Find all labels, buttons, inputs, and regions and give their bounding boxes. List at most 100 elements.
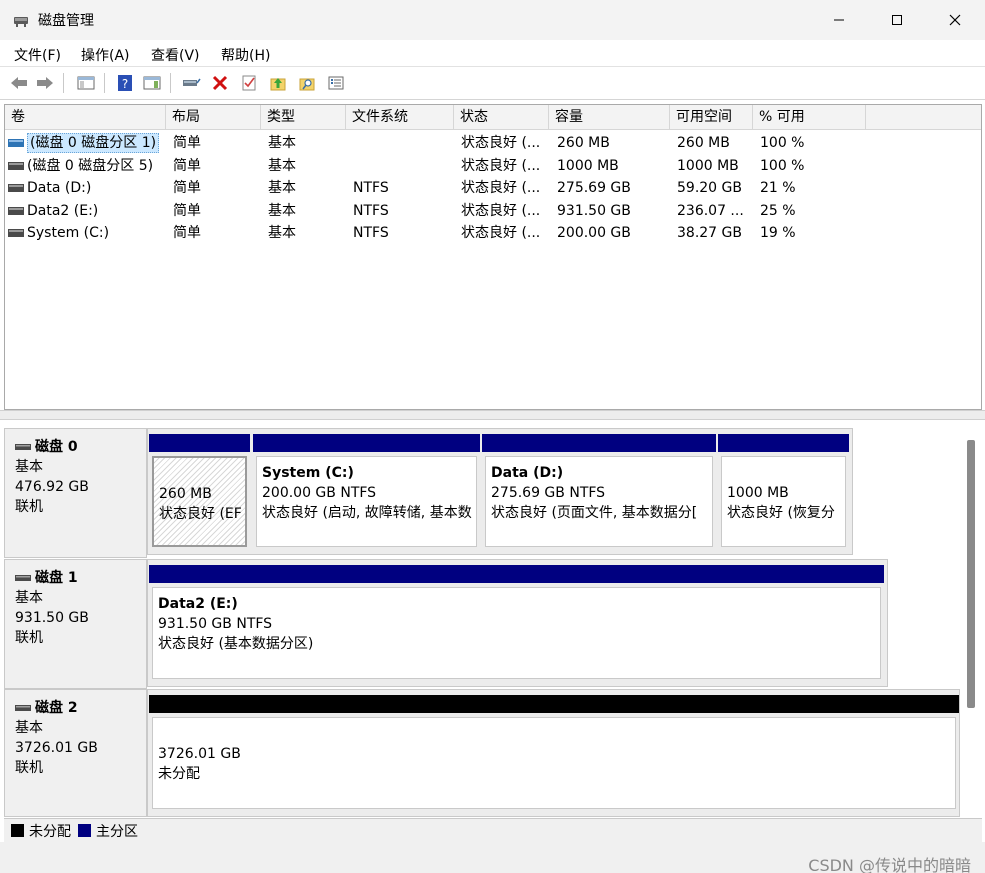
table-row[interactable]: Data (D:) 简单 基本 NTFS 状态良好 (... 275.69 GB…	[5, 177, 981, 199]
toolbar-separator	[170, 73, 171, 93]
volume-list[interactable]: 卷 布局 类型 文件系统 状态 容量 可用空间 % 可用 (磁盘 0 磁盘分区 …	[4, 104, 982, 410]
disk-2-label[interactable]: 磁盘 2 基本 3726.01 GB 联机	[4, 689, 147, 817]
table-row[interactable]: System (C:) 简单 基本 NTFS 状态良好 (... 200.00 …	[5, 222, 981, 244]
help-icon: ?	[118, 75, 132, 91]
maximize-button[interactable]	[868, 0, 926, 40]
volume-cell: Data2 (E:)	[5, 200, 166, 222]
table-row[interactable]: (磁盘 0 磁盘分区 5) 简单 基本 状态良好 (... 1000 MB 10…	[5, 155, 981, 177]
filesystem-cell: NTFS	[353, 180, 389, 196]
help-button[interactable]: ?	[114, 72, 136, 94]
layout-cell: 简单	[173, 225, 201, 241]
partition-recovery[interactable]: 1000 MB 状态良好 (恢复分	[718, 434, 849, 550]
table-row[interactable]: Data2 (E:) 简单 基本 NTFS 状态良好 (... 931.50 G…	[5, 200, 981, 222]
status-cell: 状态良好 (...	[461, 203, 541, 219]
disk-0-partition-map: 260 MB 状态良好 (EF System (C:) 200.00 GB NT…	[147, 428, 853, 555]
partition-status: 状态良好 (页面文件, 基本数据分[	[491, 505, 698, 521]
menu-view[interactable]: 查看(V)	[151, 45, 200, 65]
minimize-button[interactable]	[810, 0, 868, 40]
menu-help[interactable]: 帮助(H)	[221, 45, 270, 65]
disk-size: 476.92 GB	[15, 479, 89, 495]
connect-disk-button[interactable]	[180, 72, 202, 94]
partition-body: 1000 MB 状态良好 (恢复分	[721, 456, 846, 547]
minimize-icon	[834, 19, 844, 21]
console-tree-icon	[77, 76, 95, 90]
disk-size: 931.50 GB	[15, 610, 89, 626]
forward-icon	[37, 77, 53, 89]
close-button[interactable]	[926, 0, 984, 40]
percent-free-cell: 100 %	[760, 135, 805, 151]
column-header-volume[interactable]: 卷	[5, 105, 166, 130]
delete-button[interactable]	[209, 72, 231, 94]
drive-icon	[8, 139, 24, 147]
partition-size: 1000 MB	[727, 485, 789, 501]
column-header-layout[interactable]: 布局	[166, 105, 261, 130]
partition-size: 260 MB	[159, 486, 212, 502]
volume-cell: Data (D:)	[5, 177, 166, 199]
column-header-status[interactable]: 状态	[454, 105, 549, 130]
toolbar-separator	[104, 73, 105, 93]
partition-size: 200.00 GB NTFS	[262, 485, 377, 501]
back-button[interactable]	[8, 72, 30, 94]
up-folder-button[interactable]	[267, 72, 289, 94]
toolbar-separator	[63, 73, 64, 93]
disk-map-scrollbar[interactable]	[962, 420, 978, 818]
disk-0-label[interactable]: 磁盘 0 基本 476.92 GB 联机	[4, 428, 147, 558]
capacity-cell: 200.00 GB	[557, 225, 631, 241]
layout-cell: 简单	[173, 180, 201, 196]
capacity-cell: 260 MB	[557, 135, 610, 151]
disk-state: 联机	[15, 760, 43, 776]
disk-1-label[interactable]: 磁盘 1 基本 931.50 GB 联机	[4, 559, 147, 689]
partition-name	[159, 464, 240, 484]
disk-state: 联机	[15, 499, 43, 515]
disk-icon	[15, 444, 31, 450]
show-hide-action-pane-button[interactable]	[141, 72, 163, 94]
primary-partition-bar	[253, 434, 480, 452]
partition-system-c[interactable]: System (C:) 200.00 GB NTFS 状态良好 (启动, 故障转…	[253, 434, 480, 550]
title-bar: 磁盘管理	[0, 0, 985, 40]
legend-item-primary: 主分区	[78, 821, 138, 841]
free-space-cell: 260 MB	[677, 135, 730, 151]
partition-name	[727, 463, 840, 483]
window-title: 磁盘管理	[38, 13, 94, 29]
legend-swatch	[78, 824, 91, 837]
search-folder-button[interactable]	[296, 72, 318, 94]
menu-action[interactable]: 操作(A)	[81, 45, 130, 65]
disk-type: 基本	[15, 720, 43, 736]
partition-efi[interactable]: 260 MB 状态良好 (EF	[149, 434, 250, 550]
partition-name: Data (D:)	[491, 465, 564, 481]
checklist-icon	[242, 75, 256, 91]
status-cell: 状态良好 (...	[461, 180, 541, 196]
disk-name: 磁盘 0	[35, 439, 78, 455]
drive-icon	[8, 184, 24, 192]
menu-file[interactable]: 文件(F)	[14, 45, 61, 65]
volume-name: System (C:)	[27, 225, 110, 241]
forward-button[interactable]	[34, 72, 56, 94]
partition-data2-e[interactable]: Data2 (E:) 931.50 GB NTFS 状态良好 (基本数据分区)	[149, 565, 884, 682]
partition-status: 状态良好 (EF	[159, 506, 242, 522]
drive-icon	[8, 229, 24, 237]
partition-size: 931.50 GB NTFS	[158, 616, 273, 632]
status-cell: 状态良好 (...	[461, 225, 541, 241]
unallocated-space[interactable]: 3726.01 GB 未分配	[149, 695, 959, 812]
scrollbar-thumb[interactable]	[967, 440, 975, 708]
partition-data-d[interactable]: Data (D:) 275.69 GB NTFS 状态良好 (页面文件, 基本数…	[482, 434, 716, 550]
column-header-percent-free[interactable]: % 可用	[753, 105, 866, 130]
checklist-button[interactable]	[238, 72, 260, 94]
show-hide-console-tree-button[interactable]	[75, 72, 97, 94]
partition-body: Data (D:) 275.69 GB NTFS 状态良好 (页面文件, 基本数…	[485, 456, 713, 547]
toolbar: ?	[0, 67, 985, 100]
column-header-filesystem[interactable]: 文件系统	[346, 105, 454, 130]
free-space-cell: 1000 MB	[677, 158, 739, 174]
table-row[interactable]: (磁盘 0 磁盘分区 1) 简单 基本 状态良好 (... 260 MB 260…	[5, 132, 981, 154]
properties-list-button[interactable]	[325, 72, 347, 94]
primary-partition-bar	[482, 434, 716, 452]
legend-item-unallocated: 未分配	[11, 821, 71, 841]
disk-type: 基本	[15, 590, 43, 606]
column-header-type[interactable]: 类型	[261, 105, 346, 130]
free-space-cell: 38.27 GB	[677, 225, 742, 241]
type-cell: 基本	[268, 203, 296, 219]
column-header-free-space[interactable]: 可用空间	[670, 105, 753, 130]
column-header-capacity[interactable]: 容量	[549, 105, 670, 130]
pane-splitter[interactable]	[0, 410, 985, 420]
capacity-cell: 275.69 GB	[557, 180, 631, 196]
